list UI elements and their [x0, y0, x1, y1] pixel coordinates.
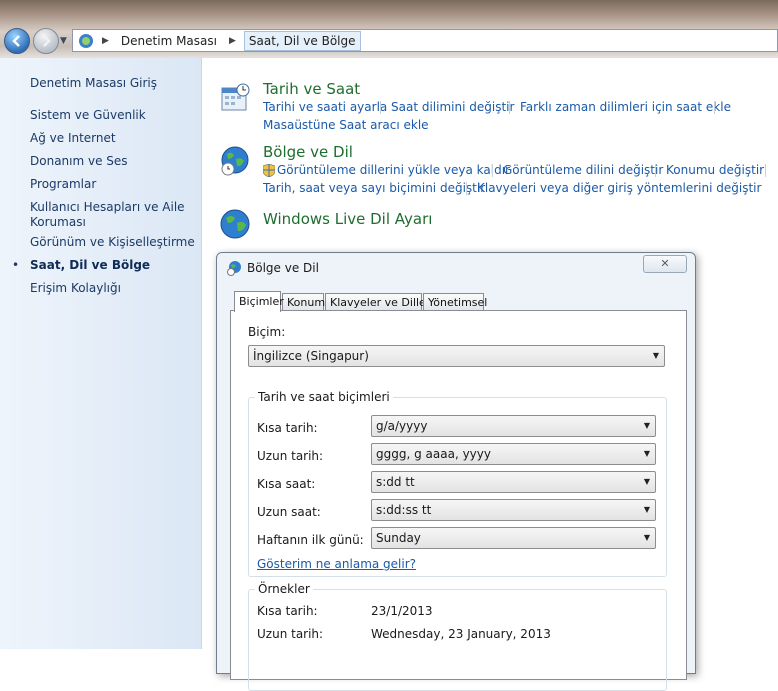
nav-network-internet[interactable]: Ağ ve Internet — [30, 131, 116, 146]
format-label: Biçim: — [248, 325, 286, 339]
examples-group: Örnekler Kısa tarih: 23/1/2013 Uzun tari… — [248, 582, 667, 691]
breadcrumb-separator-icon[interactable]: ▶ — [102, 36, 109, 46]
address-bar[interactable]: ▶ Denetim Masası ▶ Saat, Dil ve Bölge — [72, 29, 778, 52]
nav-system-security[interactable]: Sistem ve Güvenlik — [30, 108, 146, 123]
forward-arrow-icon — [43, 35, 51, 47]
selected-bullet: • — [12, 258, 20, 272]
example-short-date-label: Kısa tarih: — [257, 604, 318, 618]
link-install-display-languages[interactable]: Görüntüleme dillerini yükle veya kaldır — [277, 163, 510, 177]
globe-clock-icon — [221, 146, 249, 176]
link-separator — [492, 164, 493, 177]
long-date-select[interactable]: gggg, g aaaa, yyyy ▼ — [371, 443, 656, 465]
link-change-keyboards[interactable]: Klavyeleri veya diğer giriş yöntemlerini… — [477, 181, 761, 195]
link-separator — [509, 101, 510, 114]
short-time-label: Kısa saat: — [257, 477, 316, 491]
close-button[interactable]: ✕ — [643, 255, 687, 273]
link-change-location[interactable]: Konumu değiştir — [666, 163, 764, 177]
section-title-date-time[interactable]: Tarih ve Saat — [263, 80, 360, 98]
uac-shield-icon — [263, 164, 275, 177]
example-short-date-value: 23/1/2013 — [371, 604, 433, 618]
breadcrumb-separator-icon[interactable]: ▶ — [229, 36, 236, 46]
chevron-down-icon: ▼ — [643, 477, 650, 486]
long-date-label: Uzun tarih: — [257, 449, 324, 463]
globe-icon — [220, 209, 250, 239]
link-change-formats[interactable]: Tarih, saat veya sayı biçimini değiştir — [263, 181, 485, 195]
examples-title: Örnekler — [255, 582, 313, 596]
link-change-display-language[interactable]: Görüntüleme dilini değiştir — [503, 163, 663, 177]
section-title-windows-live[interactable]: Windows Live Dil Ayarı — [263, 210, 432, 228]
link-separator — [655, 164, 656, 177]
breadcrumb-clock-language-region[interactable]: Saat, Dil ve Bölge — [243, 30, 361, 51]
format-select-value: İngilizce (Singapur) — [253, 349, 369, 363]
date-time-formats-group: Tarih ve saat biçimleri Kısa tarih: g/a/… — [248, 390, 667, 577]
chevron-down-icon: ▼ — [643, 449, 650, 458]
forward-button[interactable] — [33, 28, 59, 54]
recent-pages-dropdown-icon[interactable]: ▼ — [60, 36, 67, 46]
example-long-date-label: Uzun tarih: — [257, 627, 324, 641]
format-select[interactable]: İngilizce (Singapur) ▼ — [248, 345, 665, 367]
first-day-label: Haftanın ilk günü: — [257, 533, 364, 547]
tab-formats[interactable]: Biçimler — [234, 291, 284, 312]
link-separator — [466, 182, 467, 195]
section-title-region-language[interactable]: Bölge ve Dil — [263, 143, 353, 161]
back-arrow-icon — [12, 35, 20, 47]
nav-user-accounts[interactable]: Kullanıcı Hesapları ve Aile Koruması — [30, 200, 185, 230]
chevron-down-icon: ▼ — [643, 421, 650, 430]
chevron-down-icon: ▼ — [643, 533, 650, 542]
link-set-date-time[interactable]: Tarihi ve saati ayarla — [263, 100, 387, 114]
short-date-label: Kısa tarih: — [257, 421, 318, 435]
formats-panel: Biçim: İngilizce (Singapur) ▼ Tarih ve s… — [230, 310, 687, 691]
chevron-down-icon: ▼ — [643, 505, 650, 514]
nav-ease-of-access[interactable]: Erişim Kolaylığı — [30, 281, 121, 296]
short-date-value: g/a/yyyy — [376, 419, 428, 433]
nav-programs[interactable]: Programlar — [30, 177, 96, 192]
link-add-clock-gadget[interactable]: Masaüstüne Saat aracı ekle — [263, 118, 429, 132]
group-title: Tarih ve saat biçimleri — [255, 390, 393, 404]
dialog-title: Bölge ve Dil — [247, 261, 319, 275]
link-add-clocks[interactable]: Farklı zaman dilimleri için saat ekle — [520, 100, 731, 114]
long-date-value: gggg, g aaaa, yyyy — [376, 447, 491, 461]
short-date-select[interactable]: g/a/yyyy ▼ — [371, 415, 656, 437]
short-time-select[interactable]: s:dd tt ▼ — [371, 471, 656, 493]
globe-clock-icon — [227, 261, 241, 276]
left-nav-panel: Denetim Masası Giriş Sistem ve Güvenlik … — [0, 58, 202, 649]
tab-keyboards-languages[interactable]: Klavyeler ve Diller — [325, 293, 430, 310]
first-day-value: Sunday — [376, 531, 421, 545]
calendar-clock-icon — [221, 83, 250, 111]
nav-hardware-sound[interactable]: Donanım ve Ses — [30, 154, 128, 169]
nav-clock-language-region[interactable]: Saat, Dil ve Bölge — [30, 258, 150, 273]
control-panel-icon — [79, 33, 93, 48]
notation-help-link[interactable]: Gösterim ne anlama gelir? — [257, 557, 416, 571]
breadcrumb-control-panel[interactable]: Denetim Masası — [117, 32, 221, 50]
tab-administrative[interactable]: Yönetimsel — [423, 293, 487, 310]
link-change-time-zone[interactable]: Saat dilimini değiştir — [391, 100, 514, 114]
nav-control-panel-home[interactable]: Denetim Masası Giriş — [30, 76, 157, 91]
first-day-select[interactable]: Sunday ▼ — [371, 527, 656, 549]
nav-appearance[interactable]: Görünüm ve Kişiselleştirme — [30, 235, 195, 250]
link-separator — [765, 164, 766, 177]
link-separator — [380, 101, 381, 114]
back-button[interactable] — [4, 28, 30, 54]
short-time-value: s:dd tt — [376, 475, 415, 489]
long-time-label: Uzun saat: — [257, 505, 321, 519]
region-language-dialog: Bölge ve Dil ✕ Biçimler Konum Klavyeler … — [216, 252, 696, 691]
long-time-value: s:dd:ss tt — [376, 503, 432, 517]
example-long-date-value: Wednesday, 23 January, 2013 — [371, 627, 551, 641]
chevron-down-icon: ▼ — [652, 351, 659, 360]
tab-location[interactable]: Konum — [282, 293, 325, 310]
long-time-select[interactable]: s:dd:ss tt ▼ — [371, 499, 656, 521]
link-separator — [714, 101, 715, 114]
